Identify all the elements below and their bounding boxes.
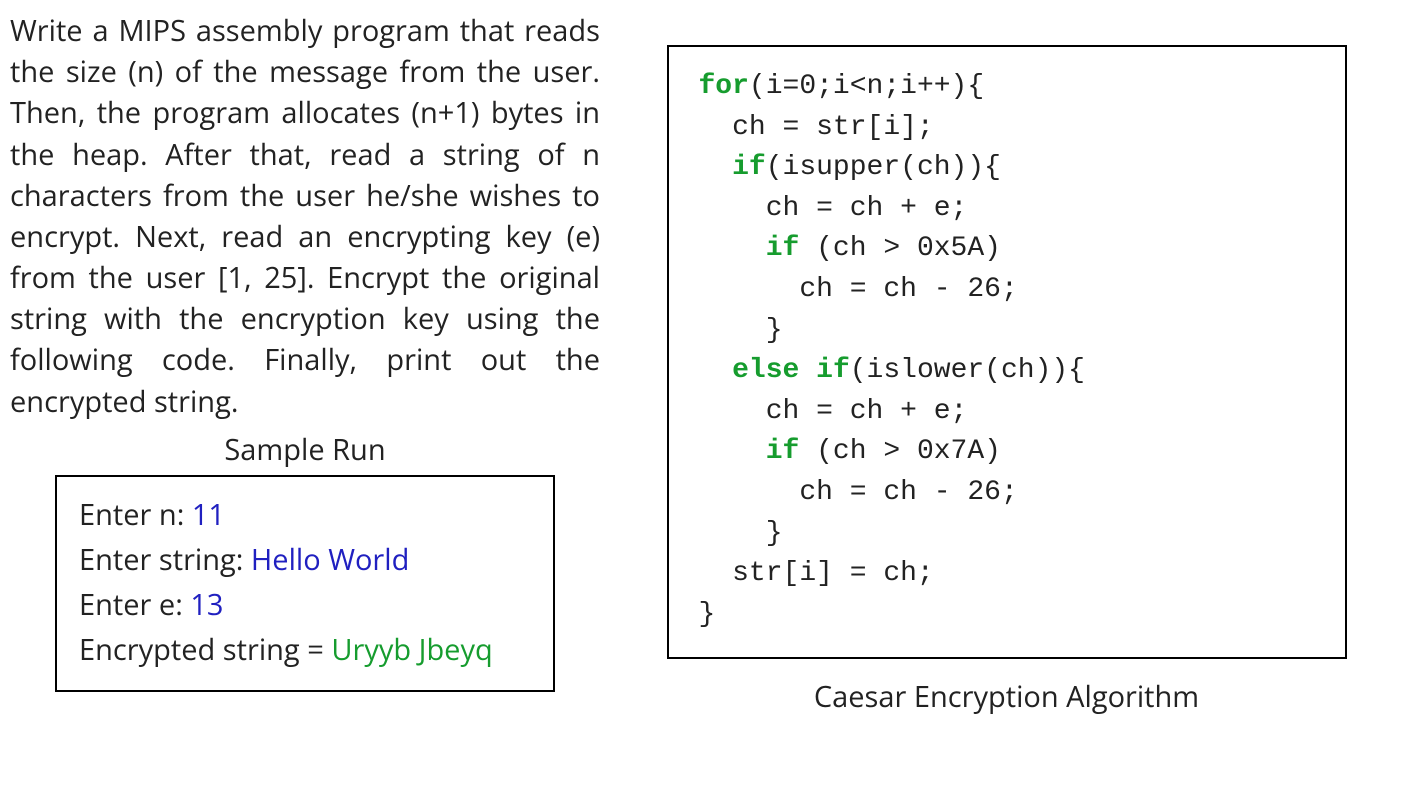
sample-run-title: Sample Run (10, 430, 600, 469)
e-prompt: Enter e: (79, 585, 190, 624)
code-text: (ch > 0x7A) (799, 436, 1001, 467)
algorithm-caption: Caesar Encryption Algorithm (814, 677, 1199, 716)
keyword-if: if (816, 355, 850, 386)
code-text: (isupper(ch)){ (766, 152, 1001, 183)
code-text: ch = ch + e; (699, 193, 968, 224)
code-text: (islower(ch)){ (850, 355, 1085, 386)
sample-line-result: Encrypted string = Uryyb Jbeyq (79, 628, 531, 673)
sample-run-box: Enter n: 11 Enter string: Hello World En… (55, 475, 555, 693)
sample-line-n: Enter n: 11 (79, 493, 531, 538)
code-text: (i=0;i<n;i++){ (749, 71, 984, 102)
string-value: Hello World (251, 540, 409, 579)
code-text: ch = ch + e; (699, 396, 968, 427)
keyword-if: if (766, 233, 800, 264)
code-text: } (699, 518, 783, 549)
code-text: } (699, 599, 716, 630)
n-prompt: Enter n: (79, 495, 192, 534)
result-prompt: Encrypted string = (79, 630, 331, 669)
result-value: Uryyb Jbeyq (331, 630, 492, 669)
keyword-for: for (699, 71, 749, 102)
string-prompt: Enter string: (79, 540, 251, 579)
algorithm-code-box: for(i=0;i<n;i++){ ch = str[i]; if(isuppe… (667, 45, 1347, 659)
code-text: } (699, 315, 783, 346)
e-value: 13 (190, 585, 223, 624)
sample-line-e: Enter e: 13 (79, 583, 531, 628)
keyword-if: if (766, 436, 800, 467)
n-value: 11 (192, 495, 225, 534)
code-text: ch = ch - 26; (699, 477, 1018, 508)
code-text: str[i] = ch; (699, 558, 934, 589)
code-text: ch = ch - 26; (699, 274, 1018, 305)
keyword-else: else (732, 355, 799, 386)
problem-instructions: Write a MIPS assembly program that reads… (10, 10, 600, 422)
code-text: ch = str[i]; (699, 112, 934, 143)
keyword-if: if (732, 152, 766, 183)
code-text: (ch > 0x5A) (799, 233, 1001, 264)
sample-line-string: Enter string: Hello World (79, 538, 531, 583)
